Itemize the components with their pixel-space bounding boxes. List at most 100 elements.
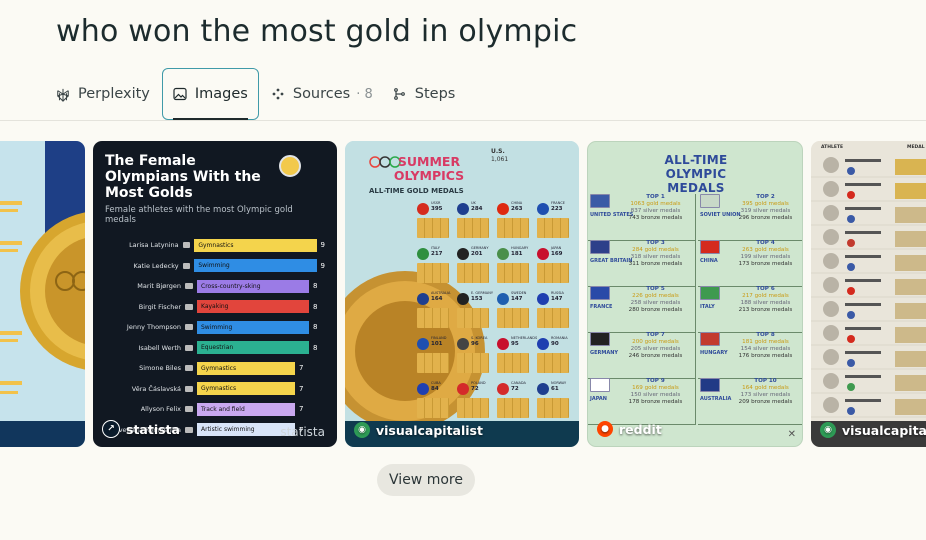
medal-bronze: 296 bronze medals bbox=[738, 215, 793, 221]
medal-cell bbox=[895, 399, 926, 415]
bar-value: 9 bbox=[320, 261, 325, 270]
medal-top: TOP 8 bbox=[756, 332, 775, 338]
country-flag-icon bbox=[700, 194, 720, 208]
tab-images[interactable]: Images bbox=[161, 68, 259, 120]
gold-blocks bbox=[497, 218, 529, 238]
medal-bronze: 280 bronze medals bbox=[628, 307, 683, 313]
tabs-divider bbox=[0, 120, 926, 121]
athlete-name: Larisa Latynina bbox=[129, 241, 179, 250]
image-result-card[interactable]: SUMMER OLYMPICS ALL-TIME GOLD MEDALS U.S… bbox=[345, 141, 579, 447]
medal-top: TOP 10 bbox=[754, 378, 777, 384]
athlete-name-line bbox=[845, 255, 881, 258]
country-flag-icon bbox=[590, 332, 610, 346]
statista-watermark: statista bbox=[280, 425, 325, 439]
athlete-name: Birgit Fischer bbox=[138, 302, 181, 311]
medal-top: TOP 9 bbox=[646, 378, 665, 384]
medal-gold: 217 gold medals bbox=[742, 293, 789, 299]
country-flag-icon bbox=[847, 383, 855, 391]
medal-silver: 205 silver medals bbox=[630, 346, 681, 352]
medal-silver: 318 silver medals bbox=[630, 254, 681, 260]
athlete-name-line bbox=[845, 399, 881, 402]
medal-silver: 188 silver medals bbox=[740, 300, 791, 306]
country-cell: SWEDEN 147 bbox=[495, 291, 533, 331]
gold-count: 153 bbox=[471, 296, 483, 302]
country-flag-icon bbox=[185, 283, 193, 290]
country-name: FRANCE bbox=[551, 201, 565, 205]
bar-value: 8 bbox=[313, 302, 318, 311]
medal-cell bbox=[895, 207, 926, 223]
country-flag-icon bbox=[497, 203, 509, 215]
result-tabs: Perplexity Images Sources · 8 Steps bbox=[56, 67, 465, 121]
medal-counts: TOP 1 1063 gold medals 837 silver medals 74… bbox=[618, 194, 693, 222]
gold-blocks bbox=[537, 263, 569, 283]
athlete-photo bbox=[823, 397, 839, 413]
country-medal-cell: AUSTRALIA TOP 10 164 gold medals 173 silver… bbox=[698, 378, 802, 425]
bar-value: 8 bbox=[313, 282, 318, 291]
medal-top: TOP 5 bbox=[646, 286, 665, 292]
athlete-photo bbox=[823, 205, 839, 221]
country-flag-icon bbox=[185, 303, 193, 310]
view-more-button[interactable]: View more bbox=[377, 464, 475, 496]
athlete-photo bbox=[823, 253, 839, 269]
gold-count: 61 bbox=[551, 386, 559, 392]
medal-silver: 837 silver medals bbox=[630, 208, 681, 214]
country-name: AUSTRALIA bbox=[431, 291, 451, 295]
athlete-photo bbox=[823, 373, 839, 389]
chart-subtitle: Female athletes with the most Olympic go… bbox=[105, 205, 293, 225]
source-name: reddit bbox=[619, 421, 662, 437]
country-name: FINLAND bbox=[431, 336, 447, 340]
image-source: ● reddit bbox=[597, 421, 662, 437]
medal-counts: TOP 9 169 gold medals 150 silver medals 178… bbox=[618, 378, 693, 406]
country-name: ITALY bbox=[431, 246, 440, 250]
gold-count: 164 bbox=[431, 296, 443, 302]
image-result-card[interactable]: ATHLETE MEDAL ◉ visualcapitalist bbox=[811, 141, 926, 447]
country-medal-cell: JAPAN TOP 9 169 gold medals 150 silver meda… bbox=[588, 378, 696, 425]
image-result-card[interactable]: The Female Olympians With the Most Golds… bbox=[93, 141, 337, 447]
tab-perplexity[interactable]: Perplexity bbox=[56, 68, 160, 120]
gold-blocks bbox=[417, 263, 449, 283]
infographic-title: ALL-TIME OLYMPIC MEDALS bbox=[664, 153, 728, 195]
gold-blocks bbox=[457, 218, 489, 238]
country-name: E. GERMANY bbox=[471, 291, 493, 295]
close-icon[interactable]: ✕ bbox=[788, 429, 796, 440]
medal-top: TOP 1 bbox=[646, 194, 665, 200]
gold-count: 90 bbox=[551, 341, 559, 347]
gold-blocks bbox=[497, 398, 529, 418]
country-flag-icon bbox=[847, 407, 855, 415]
gold-count: 96 bbox=[471, 341, 479, 347]
athlete-name-line bbox=[845, 351, 881, 354]
country-cell: E. GERMANY 153 bbox=[455, 291, 493, 331]
gold-blocks bbox=[457, 263, 489, 283]
country-cell: FINLAND 101 bbox=[415, 336, 453, 376]
medal-bronze: 173 bronze medals bbox=[738, 261, 793, 267]
medal-gold: 164 gold medals bbox=[742, 385, 789, 391]
bar-value: 8 bbox=[313, 323, 318, 332]
athlete-name: Allyson Felix bbox=[140, 405, 181, 414]
country-name: JAPAN bbox=[590, 396, 607, 402]
bar-row: Larisa Latynina Gymnastics 9 bbox=[105, 235, 325, 256]
country-cell: JAPAN 169 bbox=[535, 246, 573, 286]
image-result-card[interactable] bbox=[0, 141, 85, 447]
country-name: FRANCE bbox=[590, 304, 613, 310]
country-flag-icon bbox=[185, 324, 193, 331]
gold-count: 147 bbox=[511, 296, 523, 302]
medal-silver: 154 silver medals bbox=[740, 346, 791, 352]
athlete-name-line bbox=[845, 207, 881, 210]
bar-row: Simone Biles Gymnastics 7 bbox=[105, 358, 325, 379]
medal-counts: TOP 3 284 gold medals 318 silver medals 311… bbox=[618, 240, 693, 268]
gold-count: 95 bbox=[511, 341, 519, 347]
country-name: GERMANY bbox=[471, 246, 489, 250]
country-flag-icon bbox=[537, 383, 549, 395]
country-flag-icon bbox=[457, 248, 469, 260]
tab-sources[interactable]: Sources · 8 bbox=[261, 68, 383, 120]
tab-label: Steps bbox=[414, 86, 456, 102]
perplexity-logo-icon bbox=[56, 87, 70, 102]
athlete-photo bbox=[823, 301, 839, 317]
bar: Swimming bbox=[197, 320, 309, 334]
image-source: ◉ visualcapitalist bbox=[354, 422, 483, 438]
tab-steps[interactable]: Steps bbox=[383, 68, 466, 120]
athlete-name: Jenny Thompson bbox=[126, 323, 181, 332]
tab-label: Perplexity bbox=[78, 86, 150, 102]
athlete-name-line bbox=[845, 183, 881, 186]
image-result-card[interactable]: ALL-TIME OLYMPIC MEDALS UNITED STATES TOP… bbox=[587, 141, 803, 447]
